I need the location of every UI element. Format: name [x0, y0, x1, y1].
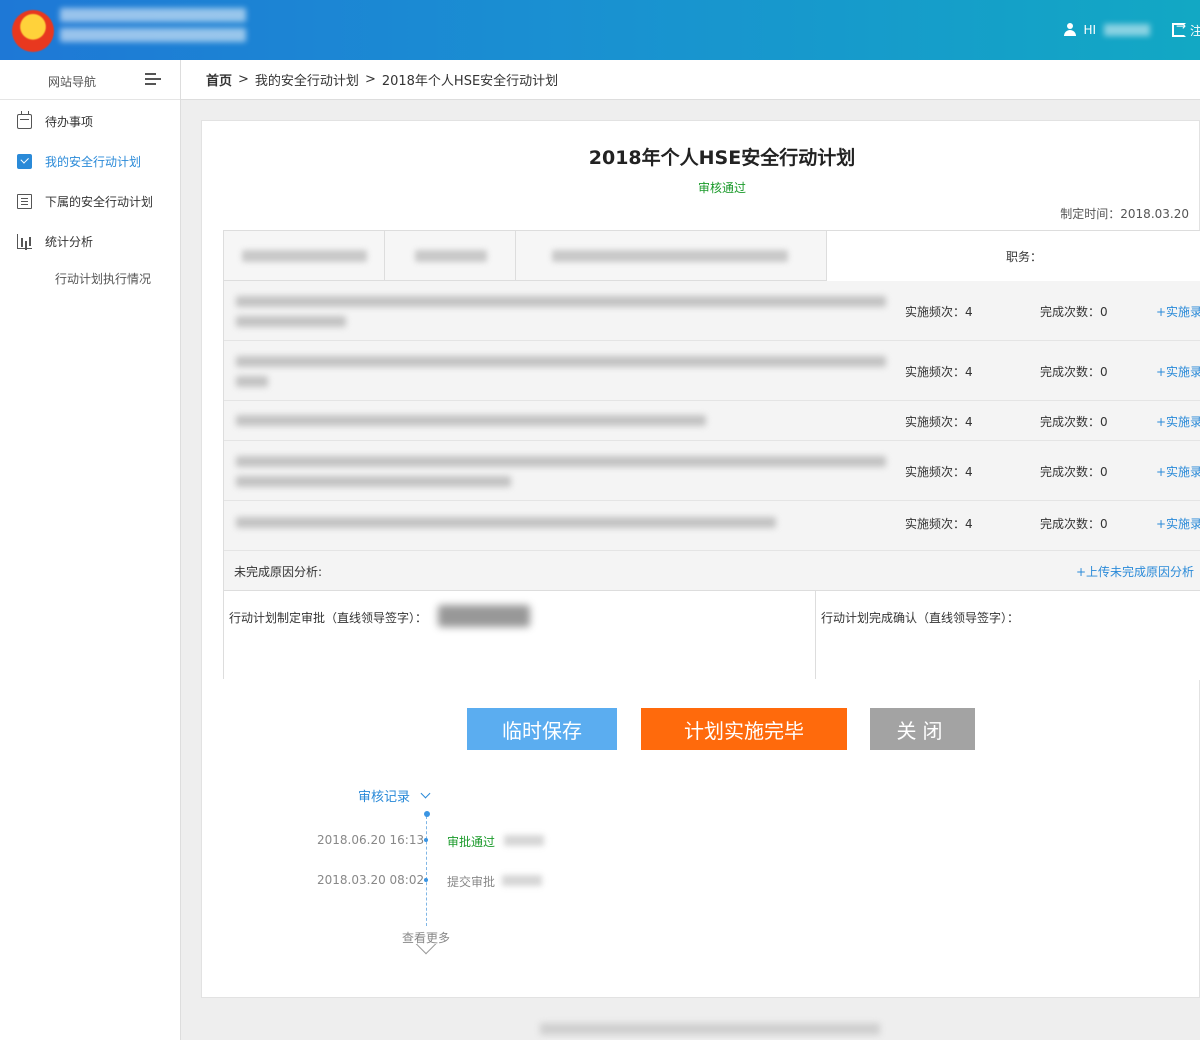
document-icon — [17, 193, 32, 209]
sidebar-item-my-plan[interactable]: 我的安全行动计划 — [0, 141, 180, 181]
table-row: 实施频次：4 完成次数：0 +实施录 — [224, 401, 1200, 441]
breadcrumb-separator: > — [238, 72, 249, 87]
plan-table: 职务： 实施频次：4 完成次数：0 +实施录 实施频次：4 完成次数：0 +实施… — [223, 230, 1200, 680]
sidebar-header: 网站导航 — [0, 60, 180, 100]
user-icon — [1063, 23, 1077, 37]
audit-record-action: 提交审批 — [447, 875, 496, 889]
breadcrumb: 首页 > 我的安全行动计划 > 2018年个人HSE安全行动计划 — [181, 60, 1200, 100]
audit-record-time: 2018.03.20 08:02 — [317, 873, 425, 887]
sidebar-item-label: 我的安全行动计划 — [45, 154, 142, 169]
chevron-down-icon[interactable] — [415, 944, 437, 966]
row-completed: 完成次数：0 — [1040, 517, 1108, 531]
add-record-link[interactable]: +实施录 — [1156, 413, 1200, 430]
top-header: HI 注 — [0, 0, 1200, 60]
row-completed: 完成次数：0 — [1040, 365, 1108, 379]
close-button[interactable]: 关闭 — [870, 708, 975, 750]
breadcrumb-home[interactable]: 首页 — [206, 70, 232, 89]
sidebar-item-statistics[interactable]: 统计分析 — [0, 221, 180, 261]
row-content-blurred — [236, 356, 886, 396]
user-name-blurred — [1104, 24, 1150, 36]
add-record-link[interactable]: +实施录 — [1156, 463, 1200, 480]
audit-record-title: 审核记录 — [358, 790, 411, 805]
header-cell-name — [224, 231, 385, 281]
sidebar-subitem-execution[interactable]: 行动计划执行情况 — [55, 270, 151, 287]
row-content-blurred — [236, 415, 886, 435]
calendar-icon — [17, 110, 32, 129]
timeline-dot — [424, 811, 430, 817]
checkbox-icon — [17, 153, 32, 169]
menu-toggle-icon[interactable] — [145, 73, 161, 86]
row-frequency: 实施频次：4 — [905, 305, 973, 319]
row-completed: 完成次数：0 — [1040, 415, 1108, 429]
table-row: 实施频次：4 完成次数：0 +实施录 — [224, 441, 1200, 501]
add-record-link[interactable]: +实施录 — [1156, 303, 1200, 320]
logout-icon[interactable] — [1172, 19, 1186, 37]
approval-signature-cell: 行动计划制定审批（直线领导签字）： — [224, 591, 816, 679]
header-cell-duty: 职务： — [827, 231, 1200, 281]
audit-record-action: 审批通过 — [447, 835, 496, 849]
chevron-down-icon — [420, 788, 431, 799]
row-content-blurred — [236, 456, 886, 496]
sidebar-title: 网站导航 — [48, 75, 97, 89]
audit-record-user-blurred — [502, 875, 542, 886]
signature-row: 行动计划制定审批（直线领导签字）： 行动计划完成确认（直线领导签字）： — [224, 591, 1200, 680]
confirm-signature-label: 行动计划完成确认（直线领导签字）： — [821, 611, 1020, 625]
user-area: HI 注 — [1063, 19, 1200, 40]
created-date: 制定时间：2018.03.20 — [1060, 207, 1189, 221]
timeline-line — [426, 816, 427, 926]
breadcrumb-separator: > — [364, 72, 376, 87]
row-content-blurred — [236, 517, 886, 537]
row-completed: 完成次数：0 — [1040, 465, 1108, 479]
signature-image-blurred — [438, 605, 530, 627]
row-frequency: 实施频次：4 — [905, 465, 973, 479]
table-header: 职务： — [224, 231, 1200, 281]
page-title: 2018年个人HSE安全行动计划 — [588, 147, 856, 169]
upload-reason-link[interactable]: +上传未完成原因分析 — [1076, 563, 1194, 580]
duty-label: 职务： — [1006, 250, 1043, 264]
audit-record-time: 2018.06.20 16:13 — [317, 833, 425, 847]
incomplete-reason-label: 未完成原因分析: — [234, 565, 323, 579]
header-cell-dept — [516, 231, 827, 281]
sidebar-item-todo[interactable]: 待办事项 — [0, 101, 180, 141]
company-name-blurred — [60, 8, 246, 48]
approval-signature-label: 行动计划制定审批（直线领导签字）： — [229, 611, 428, 625]
timeline-dot — [424, 838, 428, 842]
sidebar-item-subordinate-plan[interactable]: 下属的安全行动计划 — [0, 181, 180, 221]
incomplete-reason-row: 未完成原因分析: +上传未完成原因分析 — [224, 551, 1200, 591]
breadcrumb-current: 2018年个人HSE安全行动计划 — [381, 74, 559, 89]
add-record-link[interactable]: +实施录 — [1156, 363, 1200, 380]
sidebar-item-label: 下属的安全行动计划 — [45, 194, 154, 209]
temp-save-button[interactable]: 临时保存 — [467, 708, 617, 750]
footer-blurred — [540, 1023, 880, 1035]
plan-panel: 2018年个人HSE安全行动计划 审核通过 制定时间：2018.03.20 职务… — [201, 120, 1200, 998]
row-frequency: 实施频次：4 — [905, 365, 973, 379]
table-row: 实施频次：4 完成次数：0 +实施录 — [224, 341, 1200, 401]
greeting-text: HI — [1083, 23, 1096, 37]
row-frequency: 实施频次：4 — [905, 415, 973, 429]
bar-chart-icon — [17, 233, 32, 249]
complete-plan-button[interactable]: 计划实施完毕 — [641, 708, 847, 750]
breadcrumb-level1[interactable]: 我的安全行动计划 — [255, 70, 359, 89]
add-record-link[interactable]: +实施录 — [1156, 515, 1200, 532]
audit-record-user-blurred — [504, 835, 544, 846]
company-logo — [12, 10, 54, 52]
status-badge: 审核通过 — [697, 181, 746, 195]
logout-link[interactable]: 注 — [1190, 22, 1200, 39]
audit-record-toggle[interactable]: 审核记录 — [358, 786, 431, 805]
sidebar-item-label: 统计分析 — [45, 234, 94, 249]
sidebar: 网站导航 待办事项 我的安全行动计划 下属的安全行动计划 统计分析 行动计划执行… — [0, 60, 181, 1040]
table-row: 实施频次：4 完成次数：0 +实施录 — [224, 281, 1200, 341]
row-completed: 完成次数：0 — [1040, 305, 1108, 319]
table-row: 实施频次：4 完成次数：0 +实施录 — [224, 501, 1200, 551]
header-cell-id — [385, 231, 516, 281]
row-content-blurred — [236, 296, 886, 336]
sidebar-item-label: 待办事项 — [45, 114, 94, 129]
row-frequency: 实施频次：4 — [905, 517, 973, 531]
timeline-dot — [424, 878, 428, 882]
